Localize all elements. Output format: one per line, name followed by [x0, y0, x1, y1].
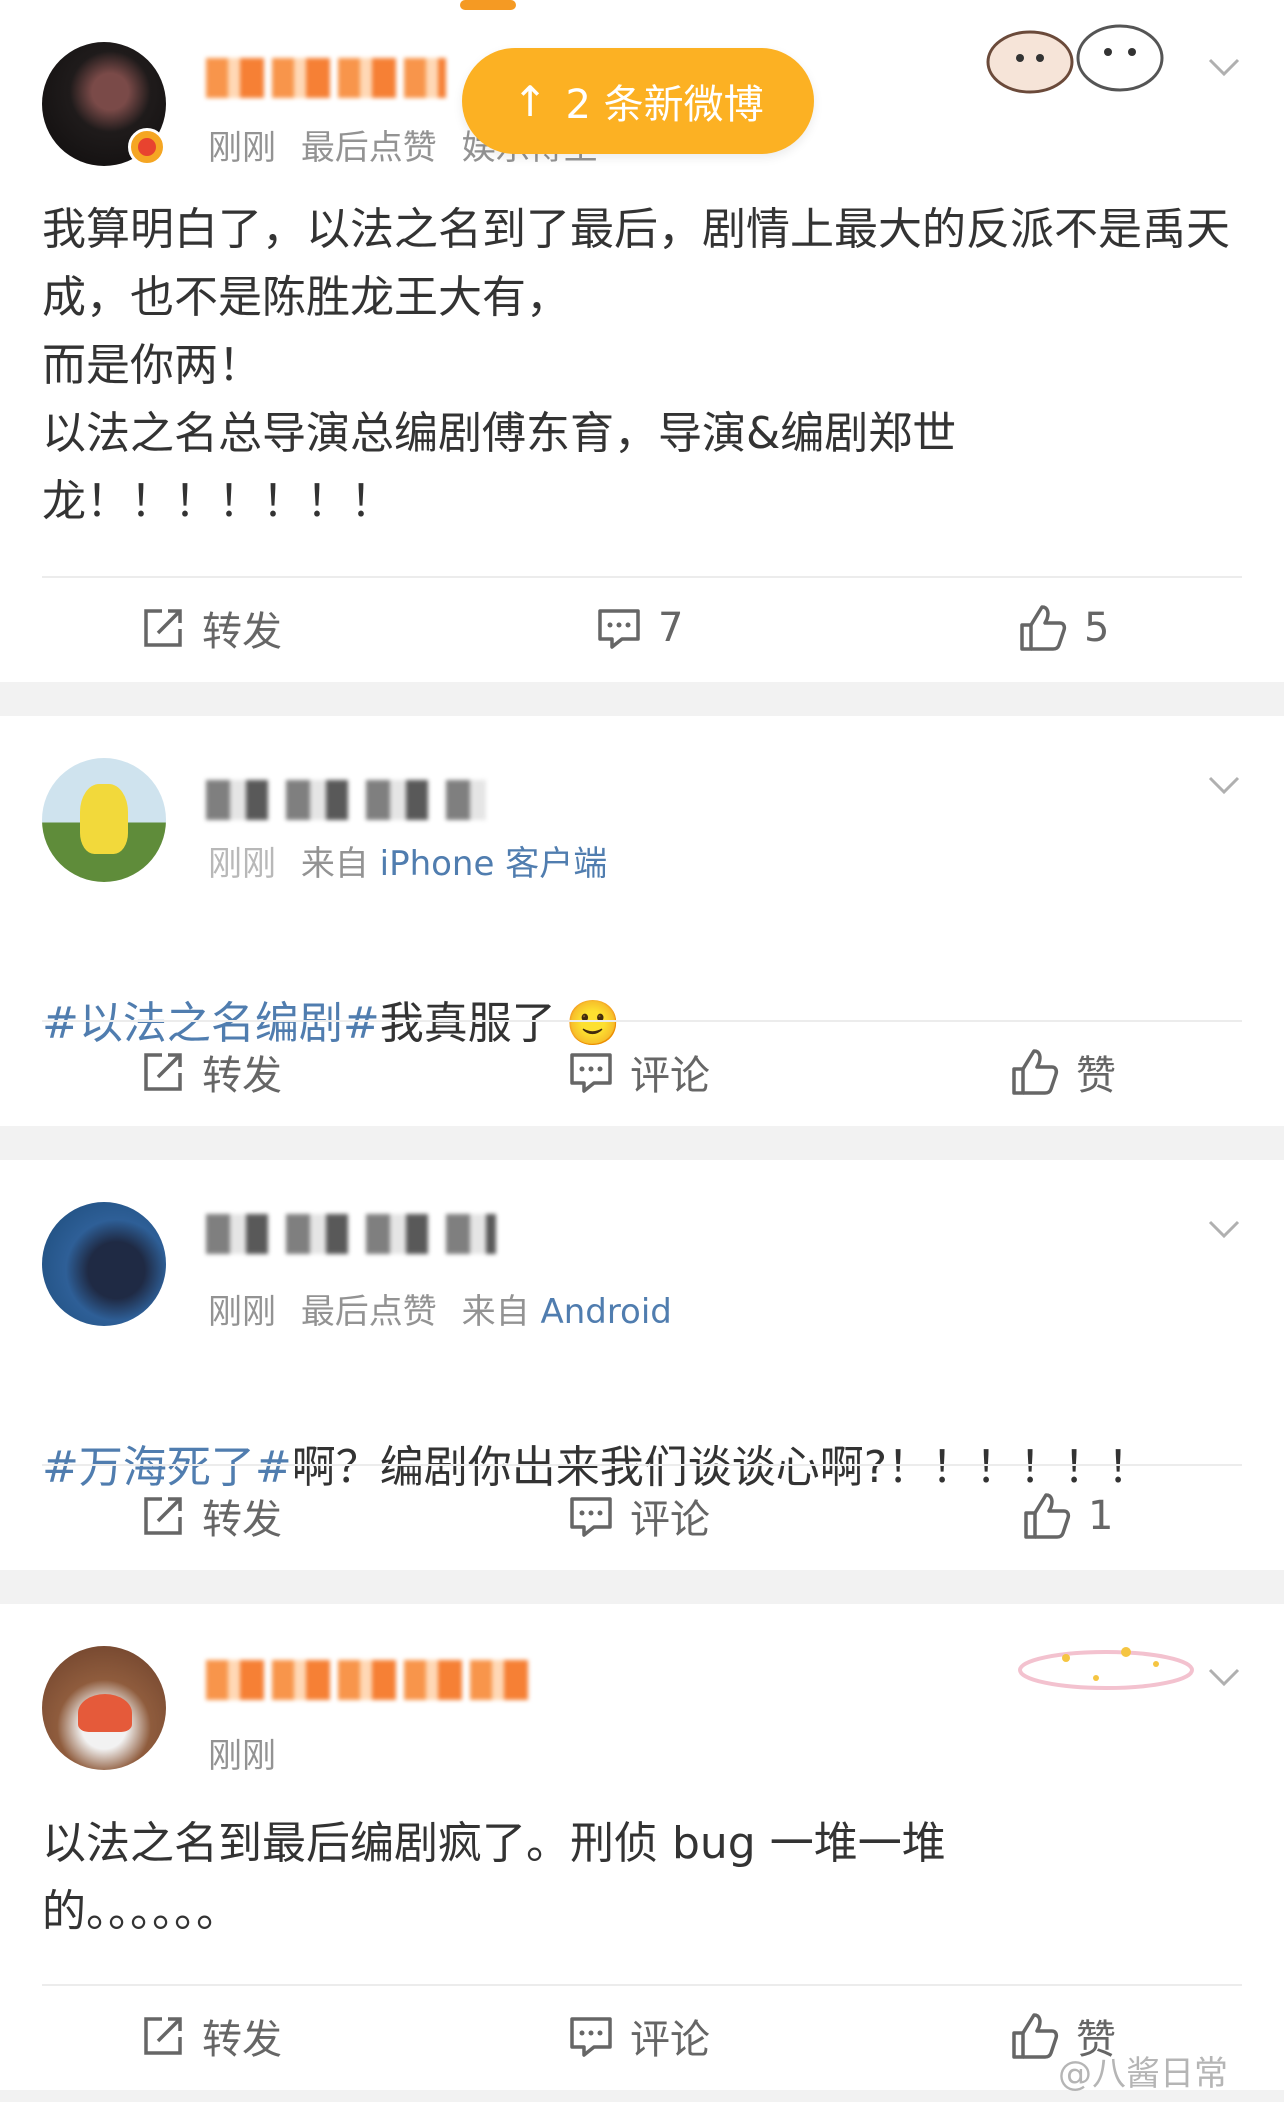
comment-count: 7	[658, 605, 684, 651]
divider	[42, 576, 1242, 578]
comment-icon	[570, 1053, 612, 1093]
repost-icon	[144, 1053, 182, 1091]
chevron-down-icon[interactable]	[1206, 1210, 1242, 1246]
source-prefix: 来自	[300, 844, 369, 884]
post-text-line: #以法之名编剧#我真服了 🙂	[42, 922, 1242, 1058]
thumbs-up-icon	[1012, 2013, 1059, 2059]
weibo-feed: 刚刚 最后点赞 娱乐博主 我算明白了，以法之名到了最后，剧情上最大的反派不是禹天…	[0, 0, 1284, 2102]
comment-icon	[570, 2017, 612, 2057]
post-time: 刚刚	[208, 844, 276, 884]
chevron-down-icon[interactable]	[1206, 766, 1242, 802]
thumbs-up-icon	[1012, 1049, 1059, 1095]
repost-button[interactable]: 转发	[140, 598, 282, 658]
post-text-line: #万海死了#啊？编剧你出来我们谈谈心啊?！！！！！！	[42, 1366, 1242, 1502]
avatar[interactable]	[42, 758, 166, 882]
repost-button[interactable]: 转发	[140, 1042, 282, 1102]
chevron-down-icon[interactable]	[1206, 48, 1242, 84]
comment-label: 评论	[630, 1497, 710, 1543]
username-blurred[interactable]	[206, 780, 486, 820]
divider	[42, 1984, 1242, 1986]
new-posts-label: 2 条新微博	[565, 82, 764, 128]
repost-label: 转发	[202, 609, 282, 655]
repost-icon	[144, 609, 182, 647]
divider	[42, 1020, 1242, 1022]
post-card[interactable]: 刚刚 来自 iPhone 客户端 #以法之名编剧#我真服了 🙂 转发 评论 赞	[0, 716, 1284, 1126]
arrow-up-icon: ↑	[512, 76, 548, 126]
last-like-label: 最后点赞	[300, 1292, 437, 1332]
repost-button[interactable]: 转发	[140, 1486, 282, 1546]
post-text: 我真服了	[379, 998, 556, 1049]
post-card[interactable]: 刚刚 以法之名到最后编剧疯了。刑侦 bug 一堆一堆 的。。。。。。 转发 评论	[0, 1604, 1284, 2090]
repost-label: 转发	[202, 1497, 282, 1543]
post-time: 刚刚	[208, 1292, 276, 1332]
chevron-down-icon[interactable]	[1206, 1658, 1242, 1694]
repost-icon	[144, 1497, 182, 1535]
repost-button[interactable]: 转发	[140, 2006, 282, 2066]
comment-button[interactable]: 7	[596, 598, 683, 658]
thumbs-up-icon	[1020, 605, 1067, 651]
avatar[interactable]	[42, 1646, 166, 1770]
like-button[interactable]: 5	[1018, 598, 1109, 658]
comment-icon	[598, 609, 640, 649]
like-button[interactable]: 1	[1022, 1486, 1113, 1546]
comment-button[interactable]: 评论	[568, 1486, 710, 1546]
repost-icon	[144, 2017, 182, 2055]
username-blurred[interactable]	[206, 1660, 536, 1700]
post-text: 以法之名到最后编剧疯了。刑侦 bug 一堆一堆 的。。。。。。	[42, 1818, 946, 1937]
thumbs-up-icon	[1024, 1493, 1071, 1539]
post-card[interactable]: 刚刚 最后点赞 来自 Android #万海死了#啊？编剧你出来我们谈谈心啊?！…	[0, 1160, 1284, 1570]
comment-label: 评论	[630, 2017, 710, 2063]
comment-button[interactable]: 评论	[568, 1042, 710, 1102]
post-meta: 刚刚	[208, 1728, 276, 1777]
comment-button[interactable]: 评论	[568, 2006, 710, 2066]
avatar[interactable]	[42, 1202, 166, 1326]
username-blurred[interactable]	[206, 58, 446, 98]
post-meta: 刚刚 来自 iPhone 客户端	[208, 836, 607, 885]
like-button[interactable]: 赞	[1010, 1042, 1116, 1102]
like-label: 赞	[1076, 1053, 1116, 1099]
last-like-label: 最后点赞	[300, 128, 437, 168]
source-prefix: 来自	[461, 1292, 530, 1332]
repost-label: 转发	[202, 1053, 282, 1099]
post-source-link[interactable]: iPhone 客户端	[380, 844, 608, 884]
decorative-sparkle-icon	[1018, 1647, 1194, 1690]
post-time: 刚刚	[208, 1736, 276, 1776]
verified-badge-icon	[128, 128, 166, 166]
like-count: 1	[1088, 1493, 1114, 1539]
username-blurred[interactable]	[206, 1214, 496, 1254]
repost-label: 转发	[202, 2017, 282, 2063]
scroll-indicator	[460, 0, 516, 10]
comment-icon	[570, 1497, 612, 1537]
decorative-sticker-icon	[986, 24, 1164, 94]
post-meta: 刚刚 最后点赞 来自 Android	[208, 1284, 672, 1333]
like-count: 5	[1084, 605, 1110, 651]
post-text: 我算明白了，以法之名到了最后，剧情上最大的反派不是禹天成，也不是陈胜龙王大有， …	[42, 204, 1230, 527]
post-source-link[interactable]: Android	[540, 1292, 671, 1332]
watermark: @八酱日常	[1058, 2054, 1228, 2094]
post-time: 刚刚	[208, 128, 276, 168]
comment-label: 评论	[630, 1053, 710, 1099]
divider	[42, 1464, 1242, 1466]
new-posts-toast[interactable]: ↑ 2 条新微博	[462, 48, 814, 154]
